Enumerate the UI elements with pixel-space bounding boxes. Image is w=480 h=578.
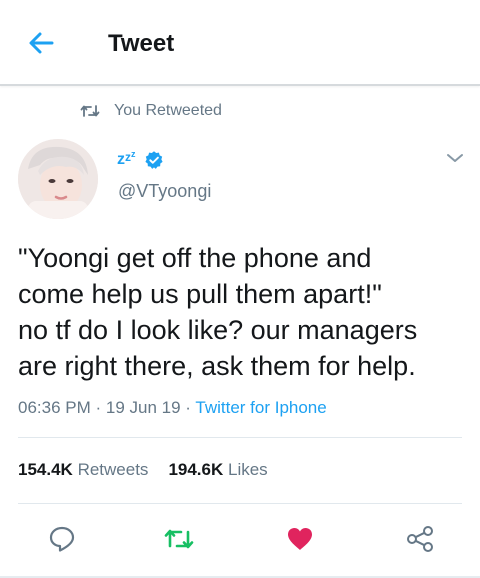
zzz-emoji-icon: zzz — [117, 149, 136, 168]
likes-label: Likes — [228, 460, 268, 479]
display-name[interactable]: zzz — [117, 148, 164, 172]
share-button[interactable] — [405, 524, 435, 554]
divider — [18, 437, 462, 438]
retweets-count: 154.4K — [18, 460, 73, 479]
retweet-context: You Retweeted — [80, 100, 222, 122]
retweet-icon — [80, 105, 100, 117]
retweets-label: Retweets — [77, 460, 149, 479]
back-button[interactable] — [26, 28, 56, 58]
arrow-left-icon — [29, 32, 54, 54]
tweet-source-link[interactable]: Twitter for Iphone — [195, 398, 326, 417]
avatar[interactable] — [18, 139, 98, 219]
share-icon — [407, 526, 433, 552]
tweet-text: "Yoongi get off the phone and come help … — [18, 243, 418, 381]
reply-icon — [49, 526, 75, 552]
retweet-context-label: You Retweeted — [114, 102, 222, 119]
likes-stat[interactable]: 194.6K Likes — [168, 460, 267, 480]
divider — [18, 503, 462, 504]
tweet-date: 19 Jun 19 — [105, 398, 181, 417]
action-bar — [0, 518, 480, 558]
tweet-meta: 06:36 PM · 19 Jun 19 · Twitter for Iphon… — [18, 398, 327, 418]
user-handle[interactable]: @VTyoongi — [118, 181, 211, 202]
more-options-button[interactable] — [444, 150, 466, 166]
like-button[interactable] — [285, 524, 315, 554]
retweet-button[interactable] — [163, 524, 194, 554]
chevron-down-icon — [447, 154, 463, 162]
likes-count: 194.6K — [168, 460, 224, 479]
top-bar: Tweet — [0, 0, 480, 86]
retweets-stat[interactable]: 154.4K Retweets — [18, 460, 148, 480]
retweet-icon — [164, 529, 194, 549]
meta-separator: · — [180, 398, 196, 417]
heart-icon — [288, 528, 312, 550]
avatar-image — [18, 139, 98, 219]
reply-button[interactable] — [47, 524, 77, 554]
page-title: Tweet — [108, 30, 175, 57]
verified-badge-icon — [144, 151, 163, 169]
meta-separator: · — [90, 398, 106, 417]
tweet-stats: 154.4K Retweets 194.6K Likes — [18, 460, 288, 480]
tweet-time: 06:36 PM — [18, 398, 91, 417]
